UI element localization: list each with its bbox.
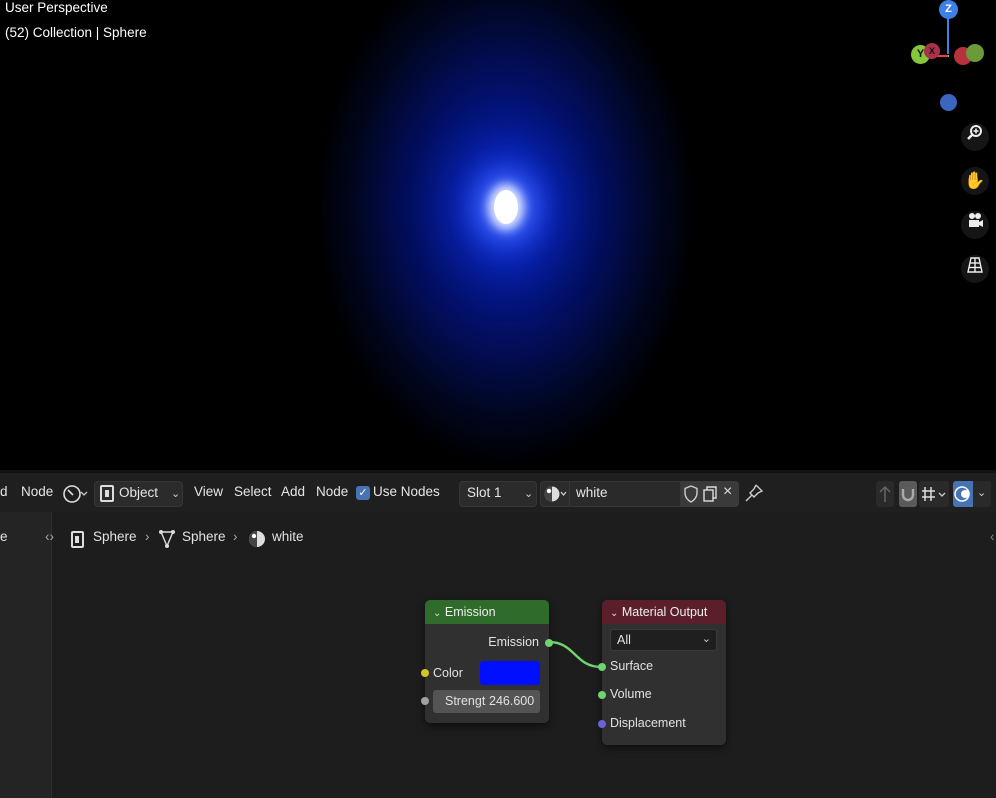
emission-node-title: Emission — [444, 605, 496, 619]
volume-input-label: Volume — [610, 687, 652, 701]
material-output-node[interactable]: ⌄ Material Output All ⌄ Surface Volume D… — [602, 600, 726, 745]
snap-grid-icon — [922, 487, 946, 501]
menu-view[interactable]: View — [194, 484, 223, 499]
snap-toggle-button[interactable] — [899, 481, 917, 507]
displacement-input-socket[interactable] — [598, 720, 606, 728]
emission-node-header[interactable]: ⌄ Emission — [425, 600, 549, 624]
material-browse-button[interactable] — [540, 481, 570, 507]
gizmo-neg-y-axis[interactable] — [966, 44, 984, 62]
surface-input-socket[interactable] — [598, 663, 606, 671]
emission-output-socket[interactable] — [545, 639, 553, 647]
3d-viewport[interactable]: User Perspective (52) Collection | Spher… — [0, 0, 996, 470]
object-mode-dropdown[interactable]: Object ⌄ — [94, 481, 183, 507]
surface-input-label: Surface — [610, 659, 654, 673]
breadcrumb-separator-icon: › — [145, 529, 150, 544]
menu-node[interactable]: Node — [316, 484, 348, 499]
mesh-icon — [159, 530, 175, 548]
chevron-down-icon: ⌄ — [701, 633, 711, 645]
displacement-input-label: Displacement — [610, 716, 686, 730]
collapse-chevron-icon[interactable]: ⌄ — [433, 608, 441, 619]
slot-label: Slot 1 — [467, 485, 502, 500]
material-name: white — [576, 485, 608, 500]
collapse-chevron-icon[interactable]: ⌄ — [610, 608, 618, 619]
emission-node[interactable]: ⌄ Emission Emission Color Strengt 246.60… — [425, 600, 549, 723]
chevron-down-icon: ⌄ — [171, 488, 181, 500]
material-sphere-icon — [249, 531, 265, 547]
sidebar-panel[interactable]: e — [0, 512, 52, 798]
magnet-snap-icon — [901, 489, 915, 502]
viewport-collection-info: (52) Collection | Sphere — [5, 25, 147, 40]
strength-input-socket[interactable] — [421, 697, 429, 705]
use-nodes-label[interactable]: Use Nodes — [373, 484, 440, 499]
header-cut-menu[interactable]: d — [0, 484, 8, 499]
use-nodes-checkbox[interactable]: ✓ — [356, 486, 370, 500]
chevron-down-icon: ⌄ — [524, 488, 534, 500]
material-actions: × — [681, 481, 739, 507]
breadcrumb-toggle-icon[interactable]: ‹› — [45, 529, 54, 544]
duplicate-icon[interactable] — [702, 485, 718, 503]
emissive-sphere[interactable] — [494, 190, 518, 224]
grid-perspective-icon[interactable] — [961, 255, 989, 283]
chevron-down-icon: ⌄ — [977, 487, 987, 499]
sidebar-cut-label: e — [0, 529, 8, 544]
pin-icon[interactable] — [744, 483, 764, 503]
editor-type-icon — [63, 485, 88, 503]
zoom-icon[interactable] — [961, 123, 989, 151]
snap-element-dropdown[interactable] — [919, 481, 949, 507]
menu-node-left[interactable]: Node — [21, 484, 53, 499]
strength-value: 246.600 — [489, 694, 535, 708]
sidebar-toggle-icon[interactable]: ‹ — [990, 529, 995, 544]
editor-type-selector[interactable] — [62, 482, 90, 506]
gizmo-z-axis[interactable]: Z — [939, 0, 958, 19]
overlay-toggle-button[interactable] — [953, 481, 973, 507]
color-input-label: Color — [433, 666, 463, 680]
target-value: All — [617, 633, 631, 647]
shield-fake-user-icon[interactable] — [683, 485, 699, 503]
breadcrumb-material: white — [272, 529, 304, 544]
volume-input-socket[interactable] — [598, 691, 606, 699]
node-editor-canvas[interactable]: e ‹› Sphere › Sphere › white ‹ ⌄ Emissio… — [0, 512, 996, 798]
gizmo-x-axis[interactable]: X — [924, 43, 940, 59]
viewport-title: User Perspective — [5, 0, 108, 15]
object-icon — [100, 485, 114, 502]
material-output-title: Material Output — [621, 605, 708, 619]
camera-icon[interactable] — [961, 211, 989, 239]
slot-dropdown[interactable]: Slot 1 ⌄ — [459, 481, 537, 507]
material-name-field[interactable]: white — [569, 481, 681, 507]
menu-add[interactable]: Add — [281, 484, 305, 499]
strength-field[interactable]: Strengt 246.600 — [433, 690, 540, 713]
menu-select[interactable]: Select — [234, 484, 272, 499]
emission-output-label: Emission — [488, 635, 539, 649]
overlay-icon — [954, 486, 970, 502]
node-editor-header: d Node Object ⌄ View Select Add Node ✓ U… — [0, 470, 996, 512]
breadcrumb-mesh: Sphere — [182, 529, 226, 544]
close-icon[interactable]: × — [723, 483, 732, 501]
breadcrumb-object: Sphere — [93, 529, 137, 544]
color-input-socket[interactable] — [421, 669, 429, 677]
strength-label: Strengt — [445, 694, 486, 708]
gizmo-neg-z-axis[interactable] — [940, 94, 957, 111]
color-swatch[interactable] — [480, 661, 540, 685]
overlay-dropdown[interactable]: ⌄ — [973, 481, 991, 507]
object-icon — [71, 531, 84, 548]
object-mode-label: Object — [119, 485, 159, 500]
breadcrumb-separator-icon: › — [233, 529, 238, 544]
material-output-header[interactable]: ⌄ Material Output — [602, 600, 726, 624]
gizmo-z-line — [947, 18, 949, 54]
target-dropdown[interactable]: All ⌄ — [610, 629, 717, 651]
parent-arrow-icon — [879, 485, 891, 502]
parent-node-tree-button[interactable] — [876, 481, 894, 507]
hand-pan-icon[interactable]: ✋ — [961, 167, 989, 195]
